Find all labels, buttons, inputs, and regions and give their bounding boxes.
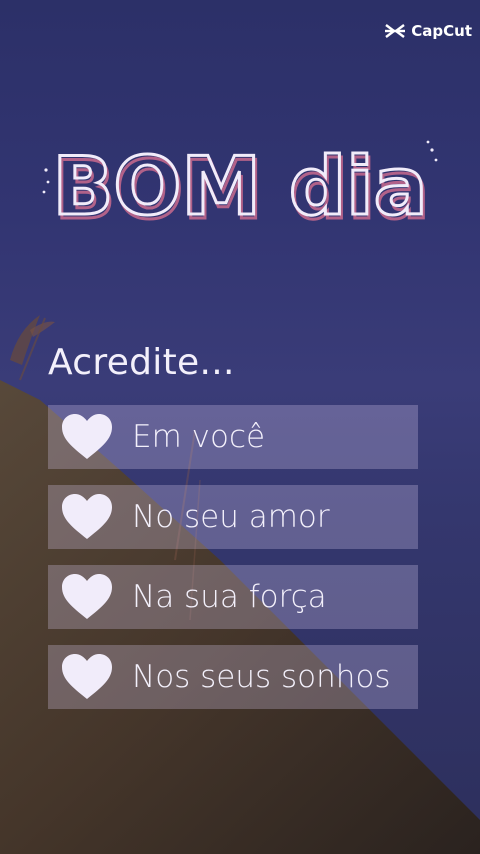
list-item: Nos seus sonhos [48, 645, 418, 709]
greeting-title: BOM dia BOM dia [36, 130, 446, 240]
heart-icon [62, 574, 112, 619]
list-item: Na sua força [48, 565, 418, 629]
heart-icon [62, 654, 112, 699]
item-label: Na sua força [132, 579, 327, 615]
list-item: No seu amor [48, 485, 418, 549]
title-text: BOM dia [52, 140, 427, 233]
item-label: Nos seus sonhos [132, 659, 391, 695]
capcut-logo-icon [385, 24, 406, 38]
heart-icon [62, 414, 112, 459]
capcut-watermark: CapCut [384, 22, 472, 40]
story-canvas: CapCut BOM dia BOM dia Acredite... Em vo… [0, 0, 480, 854]
watermark-text: CapCut [411, 22, 472, 40]
item-label: No seu amor [132, 499, 330, 535]
subtitle: Acredite... [48, 342, 235, 383]
heart-icon [62, 494, 112, 539]
item-label: Em você [132, 419, 266, 455]
list-item: Em você [48, 405, 418, 469]
